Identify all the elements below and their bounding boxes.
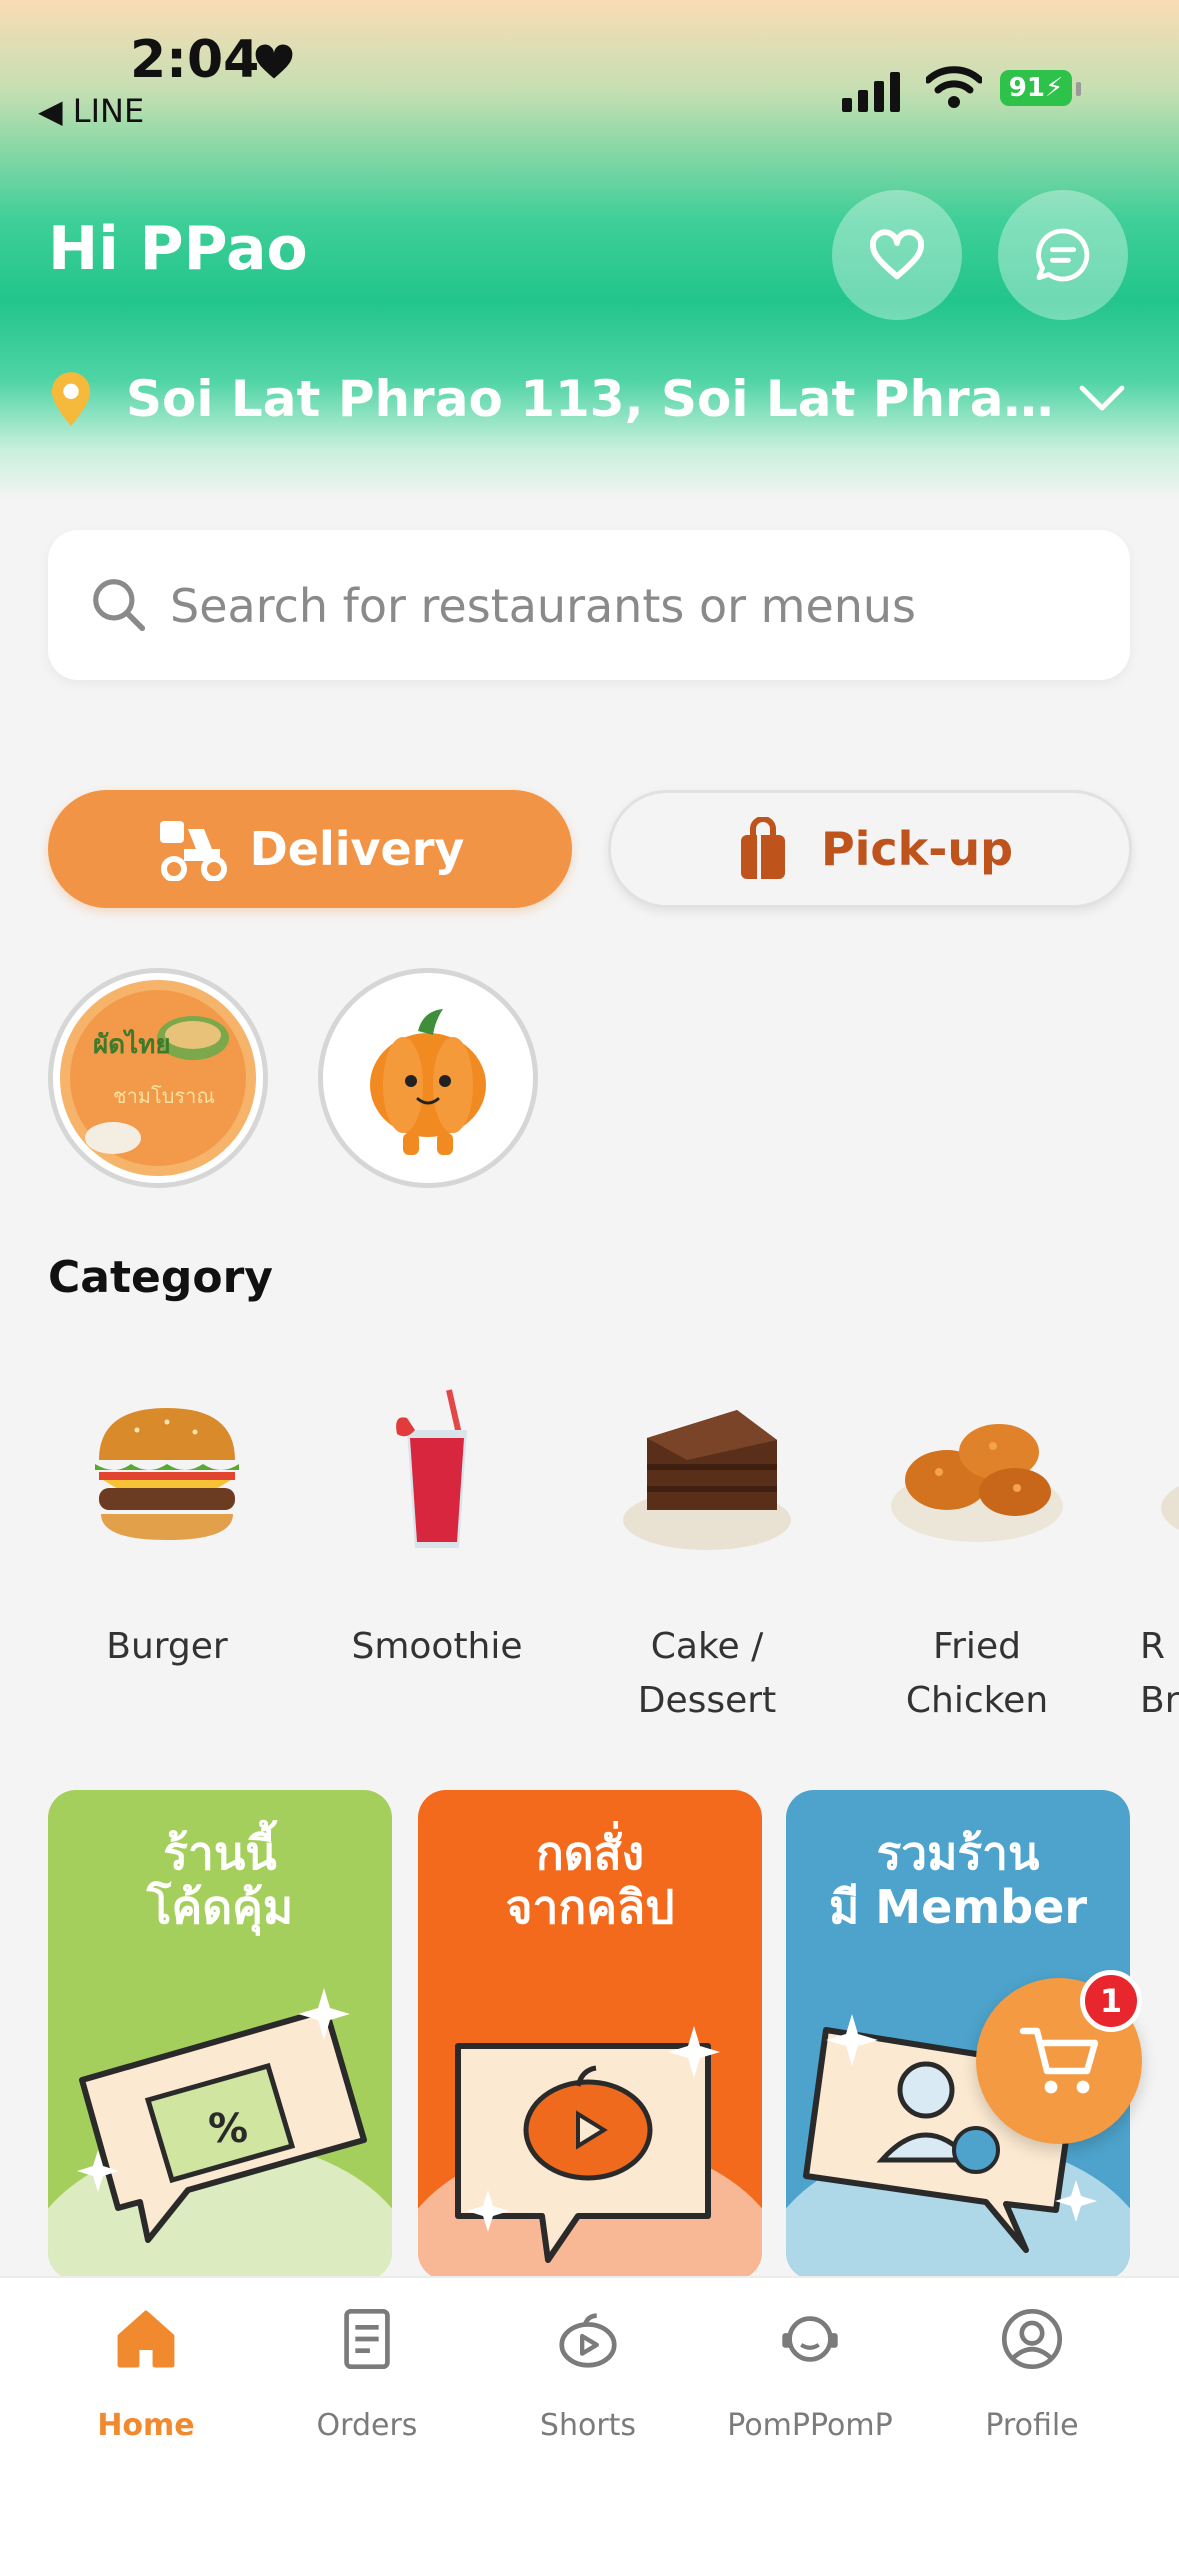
chevron-down-icon (1079, 385, 1125, 411)
category-label: Burger (106, 1626, 228, 1667)
svg-text:ชามโบราณ: ชามโบราณ (113, 1084, 215, 1108)
category-label: Cake / Dessert (637, 1626, 777, 1721)
pickup-mode-button[interactable]: Pick-up (608, 790, 1132, 908)
tab-profile[interactable]: Profile (922, 2298, 1142, 2478)
svg-text:ผัดไทย: ผัดไทย (93, 1028, 171, 1060)
promo-title: ร้านนี้ โค้ดคุ้ม (146, 1826, 294, 1934)
video-pumpkin-icon (418, 2026, 762, 2280)
category-cake-dessert[interactable]: Cake / Dessert (572, 1380, 842, 1730)
chat-icon (1036, 228, 1090, 282)
category-label: RBra (1140, 1626, 1179, 1721)
pumpkin-mascot (370, 1009, 486, 1155)
home-icon (117, 2310, 175, 2368)
category-label: Smoothie (351, 1626, 523, 1667)
smoothie-icon (396, 1389, 467, 1548)
tab-label: Profile (985, 2408, 1079, 2443)
cake-icon (623, 1410, 791, 1550)
search-icon (93, 579, 146, 632)
delivery-mode-button[interactable]: Delivery (48, 790, 572, 908)
tab-label: Shorts (539, 2408, 637, 2443)
profile-icon (1001, 2308, 1063, 2370)
orders-icon (344, 2308, 390, 2370)
food-plate-icon (1161, 1485, 1179, 1531)
tab-shorts[interactable]: Shorts (478, 2298, 698, 2478)
pad-thai-restaurant-logo: ผัดไทย ชามโบราณ (60, 980, 256, 1176)
signal-icon (842, 98, 852, 112)
category-label: Fried Chicken (905, 1626, 1049, 1721)
battery-icon: 91⚡ (1000, 70, 1072, 106)
promo-title: รวมร้าน มี Member (828, 1826, 1088, 1934)
search-bar[interactable] (48, 530, 1130, 680)
delivery-address: Soi Lat Phrao 113, Soi Lat Phrao 113,... (126, 370, 1086, 428)
category-title: Category (48, 1252, 273, 1303)
shorts-pumpkin-icon (559, 2313, 617, 2368)
tab-orders[interactable]: Orders (257, 2298, 477, 2478)
tab-label: PomPPomP (727, 2408, 893, 2443)
tab-home[interactable]: Home (36, 2298, 256, 2478)
favorites-button[interactable] (832, 190, 962, 320)
category-smoothie[interactable]: Smoothie (302, 1380, 572, 1730)
promo-card-order-from-clip[interactable]: กดสั่ง จากคลิป (418, 1790, 762, 2280)
coupon-icon: % (48, 1988, 392, 2280)
status-indicators: 91⚡ (842, 66, 1082, 112)
delivery-address-selector[interactable]: Soi Lat Phrao 113, Soi Lat Phrao 113,... (48, 366, 1138, 436)
category-burger[interactable]: Burger (32, 1380, 302, 1730)
delivery-scooter-icon (159, 821, 227, 881)
category-fried-chicken[interactable]: Fried Chicken (842, 1380, 1112, 1730)
tab-label: Orders (316, 2408, 418, 2443)
fried-chicken-icon (891, 1424, 1063, 1542)
story-mascot[interactable] (318, 968, 538, 1188)
category-list: Burger Smoothie Cake / Dessert Fried Chick… (0, 1380, 1179, 1730)
cart-icon (1019, 2027, 1099, 2094)
promo-card-discount-code[interactable]: ร้านนี้ โค้ดคุ้ม % (48, 1790, 392, 2280)
cart-count-badge: 1 (1080, 1970, 1142, 2032)
delivery-mode-label: Delivery (249, 822, 465, 876)
promo-title: กดสั่ง จากคลิป (505, 1826, 675, 1934)
tab-pomppomp[interactable]: PomPPomP (700, 2298, 920, 2478)
burger-icon (95, 1408, 239, 1540)
svg-text:%: % (208, 2106, 248, 2152)
story-pad-thai[interactable]: ผัดไทย ชามโบราณ (48, 968, 268, 1188)
wifi-icon (926, 66, 982, 108)
status-time: 2:04 (130, 30, 260, 90)
category-partial[interactable]: RBra (1112, 1380, 1179, 1730)
search-input[interactable] (168, 560, 1092, 652)
back-to-line-link[interactable]: ◀ LINE (38, 92, 144, 130)
heart-icon (870, 229, 924, 280)
support-headset-icon (782, 2316, 838, 2362)
shopping-bag-icon (740, 817, 785, 879)
greeting: Hi PPao (48, 214, 308, 284)
messages-button[interactable] (998, 190, 1128, 320)
location-pin-icon (51, 372, 91, 426)
bottom-tab-bar: Home Orders Shorts PomPPomP Profile (0, 2276, 1179, 2558)
heart-status-icon (255, 44, 293, 79)
tab-label: Home (97, 2408, 195, 2443)
pickup-mode-label: Pick-up (820, 822, 1014, 876)
